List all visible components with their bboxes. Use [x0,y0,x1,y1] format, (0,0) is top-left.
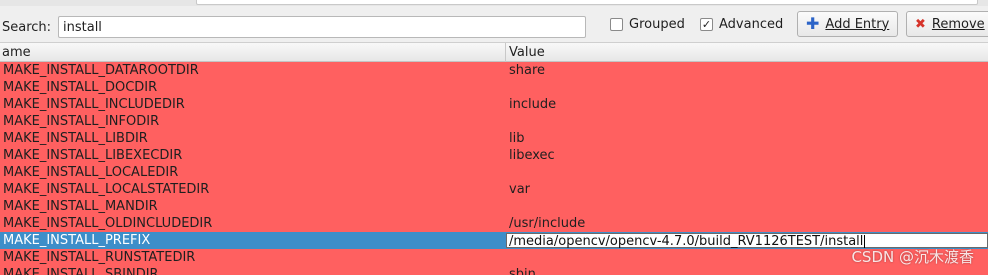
toolbar: Search: Grouped ✓ Advanced ✚ Add Entry ✖… [0,6,988,42]
table-row[interactable]: MAKE_INSTALL_PREFIX/media/opencv/opencv-… [0,232,988,249]
column-header-name[interactable]: ame [2,45,31,60]
entry-name: MAKE_INSTALL_INFODIR [3,114,160,129]
remove-label: Remove [931,16,985,32]
advanced-checkbox-box[interactable]: ✓ [700,18,713,31]
remove-icon: ✖ [915,16,926,32]
entry-name: MAKE_INSTALL_PREFIX [3,233,151,248]
advanced-checkbox[interactable]: ✓ Advanced [700,17,783,32]
entry-name: MAKE_INSTALL_LOCALEDIR [3,165,179,180]
advanced-label: Advanced [719,17,784,32]
table-row[interactable]: MAKE_INSTALL_LIBEXECDIR libexec [0,147,988,164]
grouped-label: Grouped [629,17,685,32]
table-row[interactable]: MAKE_INSTALL_INFODIR [0,113,988,130]
entry-name: MAKE_INSTALL_INCLUDEDIR [3,97,185,112]
entry-name: MAKE_INSTALL_RUNSTATEDIR [3,250,196,265]
table-header: ame Value [0,42,988,62]
table-row[interactable]: MAKE_INSTALL_MANDIR [0,198,988,215]
entry-value[interactable]: include [509,96,556,113]
table-row[interactable]: MAKE_INSTALL_DATAROOTDIR share [0,62,988,79]
entry-value[interactable]: share [509,62,545,79]
entry-name: MAKE_INSTALL_DATAROOTDIR [3,63,199,78]
entry-name: MAKE_INSTALL_MANDIR [3,199,158,214]
cache-table: MAKE_INSTALL_DATAROOTDIR share MAKE_INSTAL… [0,62,988,275]
table-row[interactable]: MAKE_INSTALL_OLDINCLUDEDIR/usr/include [0,215,988,232]
top-field-edge [196,0,978,5]
add-entry-button[interactable]: ✚ Add Entry [797,11,899,37]
entry-name: MAKE_INSTALL_LIBEXECDIR [3,148,183,163]
entry-name: MAKE_INSTALL_DOCDIR [3,80,158,95]
search-label: Search: [2,20,52,35]
table-row[interactable]: MAKE_INSTALL_SBINDIR sbin [0,266,988,275]
column-header-value[interactable]: Value [509,45,545,60]
entry-name: MAKE_INSTALL_SBINDIR [3,267,159,275]
watermark: CSDN @沉木渡香 [851,248,974,266]
table-row[interactable]: MAKE_INSTALL_INCLUDEDIR include [0,96,988,113]
entry-value[interactable]: var [509,181,530,198]
add-entry-label: Add Entry [825,16,890,32]
entry-name: MAKE_INSTALL_LOCALSTATEDIR [3,182,210,197]
grouped-checkbox-box[interactable] [610,18,623,31]
column-separator[interactable] [505,43,506,62]
remove-entry-button[interactable]: ✖ Remove [906,11,988,37]
entry-name: MAKE_INSTALL_OLDINCLUDEDIR [3,216,213,231]
search-input[interactable] [58,16,586,38]
entry-value[interactable]: lib [509,130,524,147]
entry-value[interactable]: libexec [509,147,555,164]
table-row[interactable]: MAKE_INSTALL_RUNSTATEDIR [0,249,988,266]
entry-value[interactable]: sbin [509,266,536,275]
table-row[interactable]: MAKE_INSTALL_LIBDIR lib [0,130,988,147]
table-row[interactable]: MAKE_INSTALL_DOCDIR [0,79,988,96]
table-row[interactable]: MAKE_INSTALL_LOCALSTATEDIR var [0,181,988,198]
table-row[interactable]: MAKE_INSTALL_LOCALEDIR [0,164,988,181]
plus-icon: ✚ [806,14,820,33]
entry-name: MAKE_INSTALL_LIBDIR [3,131,148,146]
entry-value[interactable]: /usr/include [509,215,585,232]
grouped-checkbox[interactable]: Grouped [610,17,685,32]
